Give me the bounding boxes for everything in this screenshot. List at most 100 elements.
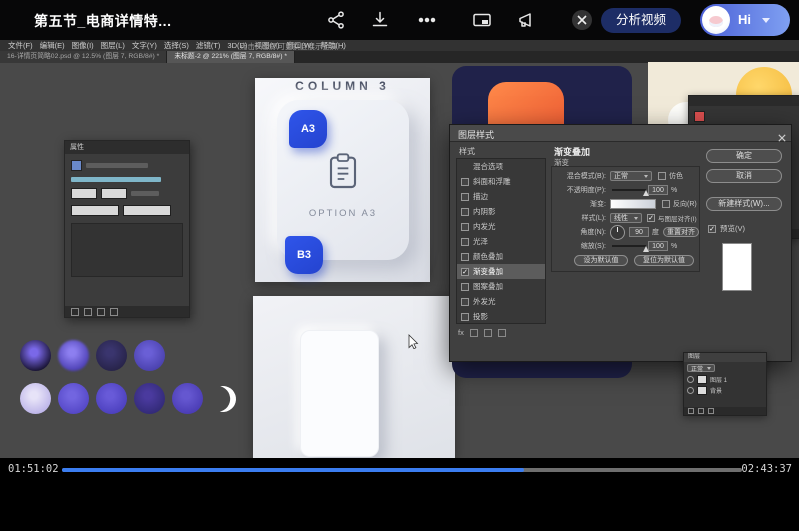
preview-checkbox[interactable]	[708, 225, 716, 233]
layer-row[interactable]: 图层 1	[684, 374, 766, 385]
layer-style-row[interactable]: 斜面和浮雕	[457, 174, 545, 189]
style-checkbox[interactable]	[461, 298, 469, 306]
style-checkbox[interactable]	[461, 193, 469, 201]
eye-icon[interactable]	[687, 376, 694, 383]
style-checkbox[interactable]	[461, 253, 469, 261]
panel-icon[interactable]	[708, 408, 714, 414]
layers-rows: 图层 1背景	[684, 374, 766, 396]
layer-row[interactable]: 背景	[684, 385, 766, 396]
color-chip[interactable]	[694, 111, 705, 122]
reverse-checkbox[interactable]	[662, 200, 670, 208]
dialog-close-icon[interactable]	[778, 129, 786, 137]
style-checkbox[interactable]	[461, 178, 469, 186]
download-icon[interactable]	[370, 10, 390, 30]
menu-item[interactable]: 图层(L)	[101, 40, 125, 51]
color-swatch[interactable]	[58, 383, 89, 414]
align-checkbox[interactable]	[647, 214, 655, 222]
style-checkbox[interactable]	[461, 223, 469, 231]
style-checkbox[interactable]	[461, 208, 469, 216]
menu-item[interactable]: 编辑(E)	[40, 40, 65, 51]
video-content[interactable]: 文件(F)编辑(E)图像(I)图层(L)文字(Y)选择(S)滤镜(T)3D(D)…	[0, 40, 799, 458]
dialog-title-bar[interactable]: 图层样式	[450, 125, 791, 142]
swatch-chip[interactable]	[71, 160, 82, 171]
menu-item[interactable]: 文件(F)	[8, 40, 33, 51]
set-default-button[interactable]: 设为默认值	[574, 255, 628, 266]
color-swatch[interactable]	[172, 383, 203, 414]
badge-b3: B3	[285, 236, 323, 274]
more-icon[interactable]	[417, 10, 437, 30]
menu-item[interactable]: 图像(I)	[72, 40, 94, 51]
style-checkbox[interactable]	[461, 238, 469, 246]
new-style-button[interactable]: 新建样式(W)...	[706, 197, 782, 211]
value-input[interactable]	[101, 188, 127, 199]
angle-dial[interactable]	[610, 225, 625, 240]
eye-icon[interactable]	[687, 387, 694, 394]
user-avatar[interactable]: Hi	[700, 4, 790, 36]
dither-checkbox[interactable]	[658, 172, 666, 180]
document-tab[interactable]: 16-详情页简略02.psd @ 12.5% (图层 7, RGB/8#) *	[0, 51, 167, 63]
gradient-style-select[interactable]: 线性	[610, 213, 642, 223]
menu-item[interactable]: 文字(Y)	[132, 40, 157, 51]
crescent-swatch[interactable]	[205, 381, 241, 417]
color-swatch[interactable]	[134, 340, 165, 371]
blend-mode-row: 正常	[687, 364, 763, 372]
layer-style-row[interactable]: 图案叠加	[457, 279, 545, 294]
panel-icon[interactable]	[97, 308, 105, 316]
analyze-video-button[interactable]: 分析视频	[601, 8, 681, 33]
color-swatch[interactable]	[96, 383, 127, 414]
layer-style-row[interactable]: 外发光	[457, 294, 545, 309]
gradient-strip[interactable]	[610, 199, 656, 209]
layers-blend-select[interactable]: 正常	[687, 364, 715, 372]
color-swatch[interactable]	[134, 383, 165, 414]
angle-value[interactable]: 90	[629, 227, 649, 237]
panel-icon[interactable]	[110, 308, 118, 316]
fx-icon[interactable]: fx	[458, 328, 464, 337]
layer-style-row[interactable]: 内发光	[457, 219, 545, 234]
style-list-toolbar: fx	[458, 328, 506, 337]
ok-button[interactable]: 确定	[706, 149, 782, 163]
close-icon[interactable]	[572, 10, 592, 30]
color-swatch[interactable]	[58, 340, 89, 371]
panel-icon[interactable]	[84, 308, 92, 316]
cancel-button[interactable]: 取消	[706, 169, 782, 183]
delete-style-icon[interactable]	[498, 329, 506, 337]
document-tab-active[interactable]: 未标题-2 @ 221% (图层 7, RGB/8#) *	[167, 51, 295, 63]
layer-style-row[interactable]: 光泽	[457, 234, 545, 249]
layers-tab[interactable]: 图层	[684, 353, 766, 362]
value-input[interactable]	[123, 205, 171, 216]
color-swatch[interactable]	[20, 383, 51, 414]
opacity-value[interactable]: 100	[648, 185, 668, 195]
style-checkbox[interactable]	[461, 268, 469, 276]
share-icon[interactable]	[326, 10, 346, 30]
menu-item[interactable]: 滤镜(T)	[196, 40, 221, 51]
scale-slider[interactable]	[612, 245, 646, 247]
blend-mode-select[interactable]: 正常	[610, 171, 652, 181]
color-swatch[interactable]	[96, 340, 127, 371]
panel-icon[interactable]	[688, 408, 694, 414]
add-style-icon[interactable]	[470, 329, 478, 337]
layer-style-row[interactable]: 投影	[457, 309, 545, 324]
panel-icon[interactable]	[698, 408, 704, 414]
text-placeholder	[131, 191, 159, 196]
move-style-icon[interactable]	[484, 329, 492, 337]
pip-icon[interactable]	[472, 10, 492, 30]
layer-style-row[interactable]: 描边	[457, 189, 545, 204]
layer-style-row[interactable]: 颜色叠加	[457, 249, 545, 264]
reset-default-button[interactable]: 复位为默认值	[634, 255, 694, 266]
style-checkbox[interactable]	[461, 283, 469, 291]
layer-style-row[interactable]: 混合选项	[457, 159, 545, 174]
value-input[interactable]	[71, 188, 97, 199]
layer-style-row[interactable]: 内阴影	[457, 204, 545, 219]
reset-align-button[interactable]: 重置对齐	[663, 227, 699, 237]
progress-bar[interactable]	[62, 468, 742, 472]
feedback-megaphone-icon[interactable]	[516, 10, 536, 30]
panel-icon[interactable]	[71, 308, 79, 316]
style-checkbox[interactable]	[461, 313, 469, 321]
value-input[interactable]	[71, 205, 119, 216]
color-swatch[interactable]	[20, 340, 51, 371]
menu-item[interactable]: 选择(S)	[164, 40, 189, 51]
layer-style-row[interactable]: 渐变叠加	[457, 264, 545, 279]
panel-list[interactable]	[71, 223, 183, 277]
opacity-slider[interactable]	[612, 189, 646, 191]
scale-value[interactable]: 100	[648, 241, 668, 251]
